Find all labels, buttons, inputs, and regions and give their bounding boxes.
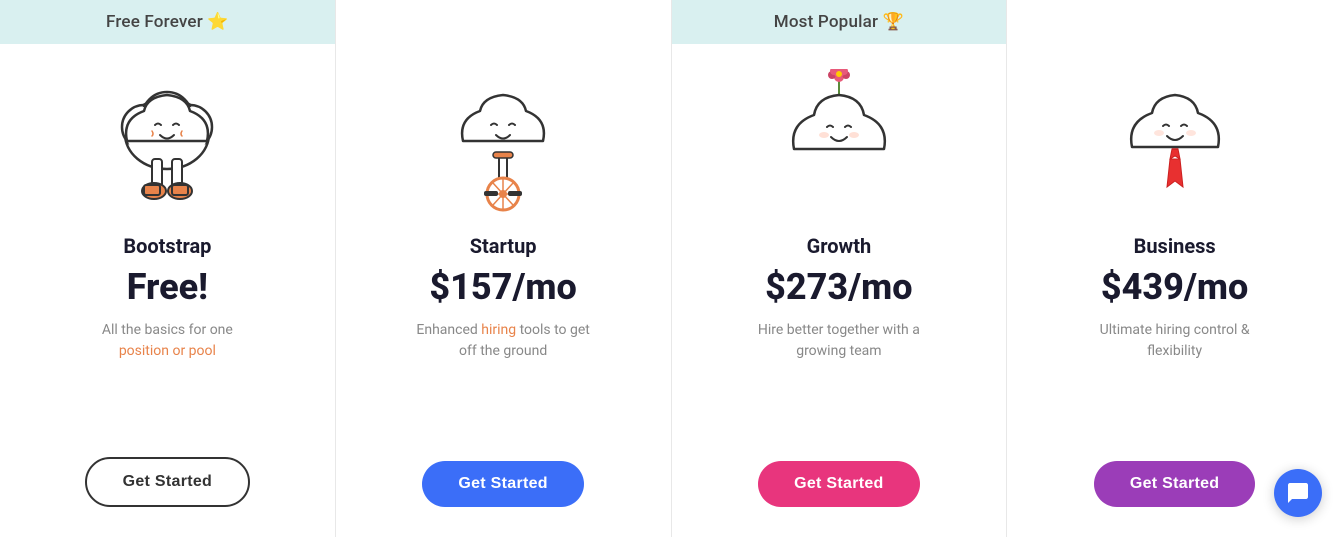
get-started-button-startup[interactable]: Get Started (422, 461, 584, 507)
plan-card-bootstrap: Free Forever ⭐ (0, 0, 336, 537)
plan-price-startup: $157/mo (429, 266, 576, 308)
plan-name-growth: Growth (807, 234, 872, 258)
plan-badge-growth: Most Popular 🏆 (672, 0, 1007, 44)
chat-bubble-button[interactable] (1274, 469, 1322, 517)
illustration-growth (759, 64, 919, 224)
plan-card-startup: ‎ (336, 0, 672, 537)
get-started-button-growth[interactable]: Get Started (758, 461, 920, 507)
pricing-container: Free Forever ⭐ (0, 0, 1342, 537)
plan-card-business: ‎ Business $439/mo (1007, 0, 1342, 537)
illustration-startup (423, 64, 583, 224)
plan-description-business: Ultimate hiring control &flexibility (1080, 320, 1270, 441)
plan-price-business: $439/mo (1101, 266, 1248, 308)
plan-description-bootstrap: All the basics for one position or pool (82, 320, 253, 437)
get-started-button-bootstrap[interactable]: Get Started (85, 457, 251, 507)
plan-name-startup: Startup (470, 234, 537, 258)
plan-name-business: Business (1134, 234, 1216, 258)
illustration-business (1095, 64, 1255, 224)
plan-description-startup: Enhanced hiring tools to getoff the grou… (396, 320, 610, 441)
plan-card-growth: Most Popular 🏆 (672, 0, 1008, 537)
plan-description-growth: Hire better together with agrowing team (738, 320, 940, 441)
chat-icon (1286, 481, 1310, 505)
plan-badge-business: ‎ (1007, 0, 1342, 44)
illustration-bootstrap (87, 64, 247, 224)
plan-price-growth: $273/mo (765, 266, 912, 308)
get-started-button-business[interactable]: Get Started (1094, 461, 1256, 507)
plan-name-bootstrap: Bootstrap (123, 234, 211, 258)
plan-price-bootstrap: Free! (127, 266, 208, 308)
plan-badge-startup: ‎ (336, 0, 671, 44)
plan-badge-bootstrap: Free Forever ⭐ (0, 0, 335, 44)
